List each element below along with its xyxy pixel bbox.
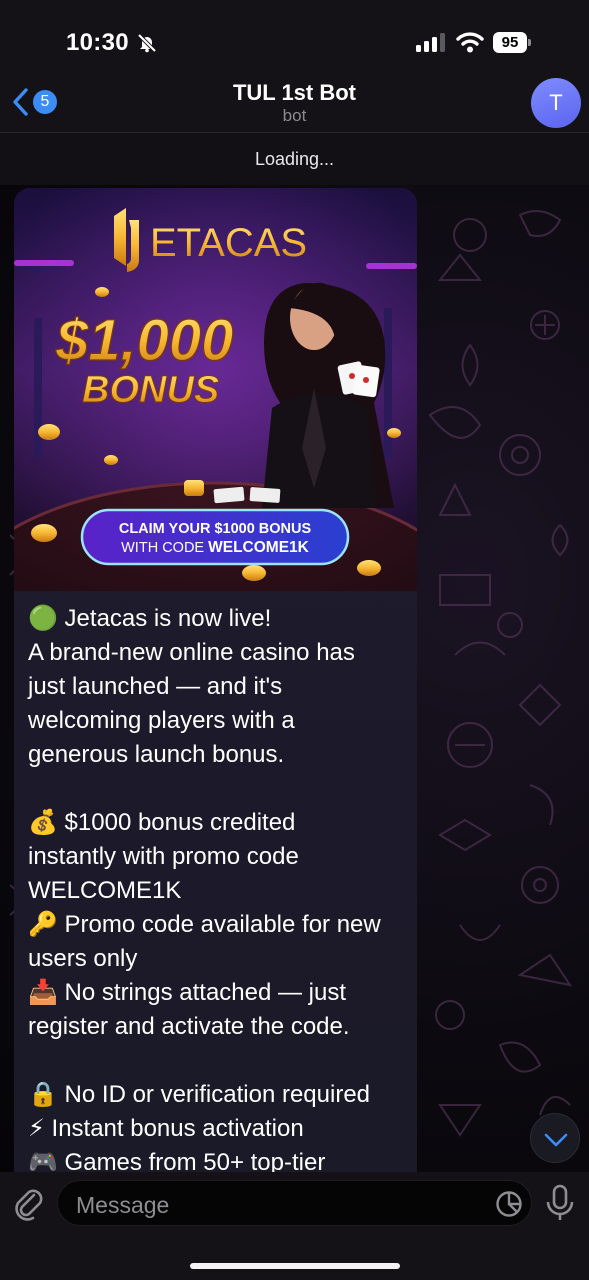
message-text: 🟢 Jetacas is now live! A brand-new online… xyxy=(28,602,408,1180)
loading-banner: Loading... xyxy=(0,132,589,185)
message-line: register and activate the code. xyxy=(28,1013,350,1040)
message-line: WELCOME1K xyxy=(28,877,182,904)
loading-text: Loading... xyxy=(254,149,335,169)
message-line: 🟢 Jetacas is now live! xyxy=(28,605,272,632)
status-bar: 10:30 95 xyxy=(0,0,589,80)
message-placeholder: Message xyxy=(76,1192,170,1218)
promo-brand: ETACAS xyxy=(150,221,307,265)
message-line: ⚡ Instant bonus activation xyxy=(28,1115,304,1142)
microphone-icon[interactable] xyxy=(545,1184,575,1222)
message-line: welcoming players with a xyxy=(28,707,295,734)
message-line: generous launch bonus. xyxy=(28,741,285,768)
claim-line-1: CLAIM YOUR $1000 BONUS xyxy=(119,521,312,537)
message-composer: Message xyxy=(0,1172,589,1280)
message-bubble[interactable]: ETACAS $1,000 BONUS CLAIM YOUR $1000 BON… xyxy=(14,188,417,1188)
battery-cap xyxy=(528,39,531,46)
message-line: users only xyxy=(28,945,138,972)
promo-image[interactable]: ETACAS $1,000 BONUS CLAIM YOUR $1000 BON… xyxy=(14,188,417,591)
chevron-down-icon xyxy=(544,1133,568,1147)
message-line: 🔑 Promo code available for new xyxy=(28,911,381,938)
message-line: 📥 No strings attached — just xyxy=(28,979,347,1006)
promo-amount: $1,000 xyxy=(55,308,233,373)
message-input[interactable]: Message xyxy=(57,1180,532,1226)
mute-bell-icon xyxy=(137,33,157,53)
wifi-icon xyxy=(456,32,484,53)
message-line: instantly with promo code xyxy=(28,843,299,870)
battery-level: 95 xyxy=(493,32,527,53)
promo-artwork: ETACAS $1,000 BONUS CLAIM YOUR $1000 BON… xyxy=(14,188,417,591)
message-line: 🔒 No ID or verification required xyxy=(28,1081,371,1108)
claim-code: WELCOME1K xyxy=(208,539,310,556)
dealer-illustration xyxy=(262,282,394,508)
claim-line-2-prefix: WITH CODE xyxy=(121,540,208,556)
battery-icon: 95 xyxy=(493,32,531,53)
chat-title[interactable]: TUL 1st Bot xyxy=(0,80,589,106)
claim-bonus-button[interactable]: CLAIM YOUR $1000 BONUS WITH CODE WELCOME… xyxy=(80,508,350,566)
message-line: A brand-new online casino has xyxy=(28,639,355,666)
sticker-icon[interactable] xyxy=(495,1190,523,1218)
home-indicator[interactable] xyxy=(190,1263,400,1269)
bot-avatar[interactable]: T xyxy=(531,78,581,128)
svg-text:WITH CODE WELCOME1K: WITH CODE WELCOME1K xyxy=(121,539,310,556)
chat-navbar: 5 TUL 1st Bot bot T xyxy=(0,74,589,132)
scroll-to-bottom-button[interactable] xyxy=(530,1113,580,1163)
chat-subtitle: bot xyxy=(282,106,307,125)
cellular-signal-icon xyxy=(416,33,445,52)
top-header: 10:30 95 5 TUL 1st Bot bot T Loading... xyxy=(0,0,589,185)
message-line: just launched — and it's xyxy=(28,673,283,700)
message-line: 💰 $1000 bonus credited xyxy=(28,809,296,836)
status-time: 10:30 xyxy=(66,29,129,56)
paperclip-icon[interactable] xyxy=(12,1185,44,1221)
promo-bonus-word: BONUS xyxy=(82,369,219,411)
